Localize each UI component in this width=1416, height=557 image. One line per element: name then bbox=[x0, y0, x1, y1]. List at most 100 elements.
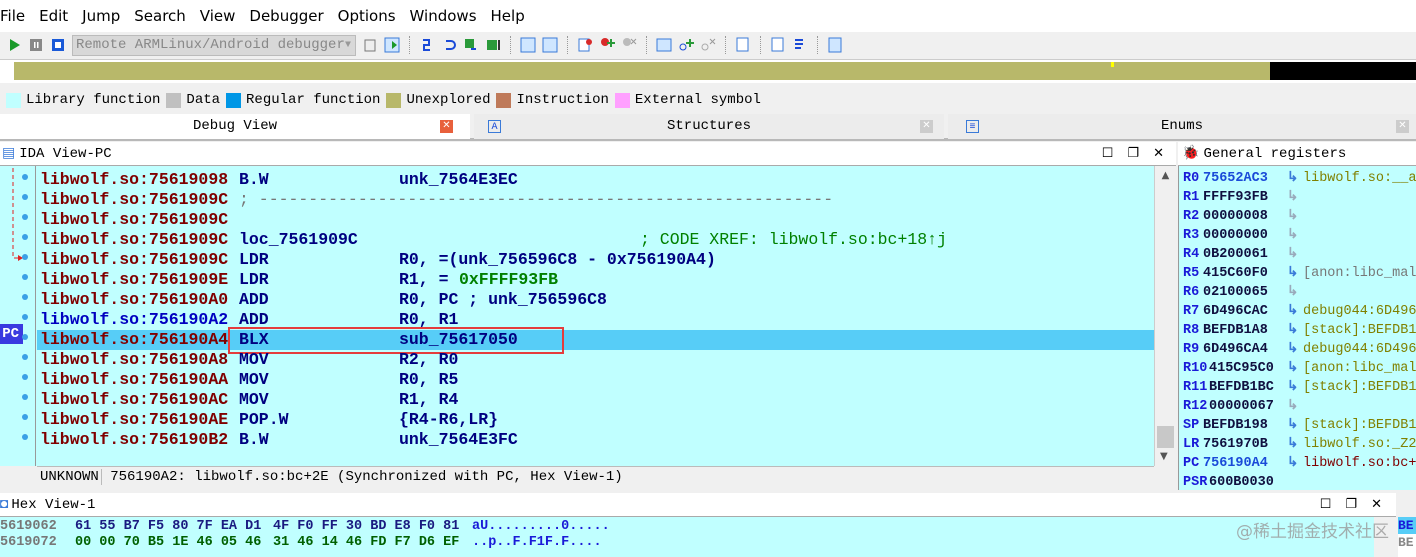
register-value[interactable]: 00000008 bbox=[1203, 207, 1268, 226]
line-dot-icon[interactable] bbox=[22, 254, 28, 260]
register-value[interactable]: BEFDB1A8 bbox=[1203, 321, 1268, 340]
add-breakpoint-icon[interactable] bbox=[599, 37, 615, 53]
restore-icon[interactable]: ❐ bbox=[1127, 142, 1139, 166]
code-line[interactable]: libwolf.so:756190A4 BLX sub_75617050 bbox=[40, 330, 518, 350]
code-line[interactable]: libwolf.so:756190AC MOV R1, R4 bbox=[40, 390, 458, 410]
jump-arrow-icon[interactable]: ↳ bbox=[1287, 283, 1298, 302]
close-icon[interactable]: ✕ bbox=[1396, 120, 1409, 133]
register-value[interactable]: 415C60F0 bbox=[1203, 264, 1268, 283]
code-line[interactable]: libwolf.so:7561909C loc_7561909C ; CODE XR… bbox=[40, 230, 947, 250]
trace-window-icon[interactable] bbox=[827, 37, 843, 53]
close-icon[interactable]: ✕ bbox=[1371, 493, 1382, 517]
code-line[interactable]: libwolf.so:7561909C bbox=[40, 210, 228, 230]
register-row[interactable]: R7 6D496CAC ↳ debug044:6D496C bbox=[1183, 302, 1416, 321]
jump-arrow-icon[interactable]: ↳ bbox=[1287, 359, 1298, 378]
debugger-select[interactable]: Remote ARMLinux/Android debugger ▼ bbox=[72, 34, 356, 56]
window-icon[interactable] bbox=[542, 37, 558, 53]
line-dot-icon[interactable] bbox=[22, 374, 28, 380]
navigation-bar-external[interactable] bbox=[1270, 62, 1416, 80]
line-dot-icon[interactable] bbox=[22, 194, 28, 200]
register-value[interactable]: BEFDB1BC bbox=[1209, 378, 1274, 397]
menu-help[interactable]: Help bbox=[491, 7, 525, 25]
menu-jump[interactable]: Jump bbox=[82, 7, 120, 25]
step-over-icon[interactable] bbox=[441, 37, 457, 53]
jump-arrow-icon[interactable]: ↳ bbox=[1287, 245, 1298, 264]
line-dot-icon[interactable] bbox=[22, 394, 28, 400]
menu-edit[interactable]: Edit bbox=[39, 7, 68, 25]
code-line[interactable]: libwolf.so:756190B2 B.W unk_7564E3FC bbox=[40, 430, 518, 450]
code-line[interactable]: libwolf.so:7561909C ; -------------------… bbox=[40, 190, 833, 210]
register-value[interactable]: 6D496CA4 bbox=[1203, 340, 1268, 359]
register-row[interactable]: R12 00000067 ↳ bbox=[1183, 397, 1298, 416]
line-dot-icon[interactable] bbox=[22, 234, 28, 240]
pause-icon[interactable] bbox=[28, 37, 44, 53]
register-row[interactable]: R3 00000000 ↳ bbox=[1183, 226, 1298, 245]
jump-arrow-icon[interactable]: ↳ bbox=[1287, 321, 1298, 340]
menu-file[interactable]: File bbox=[0, 7, 25, 25]
register-value[interactable]: 7561970B bbox=[1203, 435, 1268, 454]
register-value[interactable]: 02100065 bbox=[1203, 283, 1268, 302]
register-row[interactable]: R11 BEFDB1BC ↳ [stack]:BEFDB1B bbox=[1183, 378, 1416, 397]
hex-view[interactable]: 5619062 61 55 B7 F5 80 7F EA D1 4F F0 FF 3… bbox=[0, 517, 1396, 557]
code-line[interactable]: libwolf.so:756190A8 MOV R2, R0 bbox=[40, 350, 458, 370]
line-dot-icon[interactable] bbox=[22, 434, 28, 440]
register-row[interactable]: PSR 600B0030 bbox=[1183, 473, 1274, 492]
register-value[interactable]: 75652AC3 bbox=[1203, 169, 1268, 188]
register-value[interactable]: 756190A4 bbox=[1203, 454, 1268, 473]
register-row[interactable]: R8 BEFDB1A8 ↳ [stack]:BEFDB1A bbox=[1183, 321, 1416, 340]
jump-arrow-icon[interactable]: ↳ bbox=[1287, 378, 1298, 397]
tab-structures[interactable]: A Structures ✕ bbox=[474, 114, 944, 139]
jump-arrow-icon[interactable]: ↳ bbox=[1287, 207, 1298, 226]
tab-debug-view[interactable]: Debug View ✕ bbox=[0, 114, 470, 139]
vertical-scrollbar[interactable]: ▲ ▼ bbox=[1154, 166, 1176, 466]
register-row[interactable]: R6 02100065 ↳ bbox=[1183, 283, 1298, 302]
tab-enums[interactable]: ≡ Enums ✕ bbox=[948, 114, 1416, 139]
jump-arrow-icon[interactable]: ↳ bbox=[1287, 397, 1298, 416]
maximize-icon[interactable]: ☐ bbox=[1320, 493, 1332, 517]
register-value[interactable]: 00000067 bbox=[1209, 397, 1274, 416]
close-icon[interactable]: ✕ bbox=[920, 120, 933, 133]
hex-row[interactable]: 5619072 00 00 70 B5 1E 46 05 46 31 46 14 4… bbox=[0, 535, 602, 551]
register-value[interactable]: 600B0030 bbox=[1209, 473, 1274, 492]
line-dot-icon[interactable] bbox=[22, 274, 28, 280]
register-row[interactable]: R2 00000008 ↳ bbox=[1183, 207, 1298, 226]
line-dot-icon[interactable] bbox=[22, 174, 28, 180]
close-icon[interactable]: ✕ bbox=[1153, 142, 1164, 166]
register-row[interactable]: R9 6D496CA4 ↳ debug044:6D496C bbox=[1183, 340, 1416, 359]
jump-arrow-icon[interactable]: ↳ bbox=[1287, 188, 1298, 207]
scroll-down-icon[interactable]: ▼ bbox=[1160, 451, 1168, 462]
register-value[interactable]: 00000000 bbox=[1203, 226, 1268, 245]
hex-text[interactable]: ..p..F.F1F.F.... bbox=[472, 535, 602, 551]
jump-arrow-icon[interactable]: ↳ bbox=[1287, 302, 1298, 321]
delete-watch-icon[interactable] bbox=[700, 37, 716, 53]
code-line[interactable]: libwolf.so:756190AA MOV R0, R5 bbox=[40, 370, 458, 390]
code-line[interactable]: libwolf.so:756190A0 ADD R0, PC ; unk_75659… bbox=[40, 290, 607, 310]
menu-debugger[interactable]: Debugger bbox=[249, 7, 323, 25]
attach-icon[interactable] bbox=[362, 37, 378, 53]
stop-icon[interactable] bbox=[50, 37, 66, 53]
register-row[interactable]: R4 0B200061 ↳ bbox=[1183, 245, 1298, 264]
register-row[interactable]: PC 756190A4 ↳ libwolf.so:bc+3 bbox=[1183, 454, 1416, 473]
window-icon[interactable] bbox=[520, 37, 536, 53]
line-dot-icon[interactable] bbox=[22, 354, 28, 360]
jump-arrow-icon[interactable]: ↳ bbox=[1287, 340, 1298, 359]
code-line[interactable]: libwolf.so:756190AE POP.W {R4-R6,LR} bbox=[40, 410, 498, 430]
hex-bytes[interactable]: 31 46 14 46 FD F7 D6 EF bbox=[273, 535, 459, 551]
jump-arrow-icon[interactable]: ↳ bbox=[1287, 226, 1298, 245]
code-line[interactable]: libwolf.so:756190A2 ADD R0, R1 bbox=[40, 310, 458, 330]
breakpoint-list-icon[interactable] bbox=[577, 37, 593, 53]
register-row[interactable]: R10 415C95C0 ↳ [anon:libc_mal bbox=[1183, 359, 1416, 378]
menu-search[interactable]: Search bbox=[134, 7, 186, 25]
maximize-icon[interactable]: ☐ bbox=[1102, 142, 1114, 166]
scrollbar-thumb[interactable] bbox=[1157, 426, 1174, 448]
restore-icon[interactable]: ❐ bbox=[1345, 493, 1357, 517]
menu-view[interactable]: View bbox=[200, 7, 236, 25]
code-line[interactable]: libwolf.so:7561909C LDR R0, =(unk_756596C8… bbox=[40, 250, 716, 270]
run-to-cursor-icon[interactable] bbox=[463, 37, 479, 53]
step-into-icon[interactable] bbox=[419, 37, 435, 53]
jump-arrow-icon[interactable]: ↳ bbox=[1287, 264, 1298, 283]
menu-windows[interactable]: Windows bbox=[410, 7, 477, 25]
line-dot-icon[interactable] bbox=[22, 334, 28, 340]
menu-options[interactable]: Options bbox=[338, 7, 396, 25]
register-value[interactable]: BEFDB198 bbox=[1203, 416, 1268, 435]
